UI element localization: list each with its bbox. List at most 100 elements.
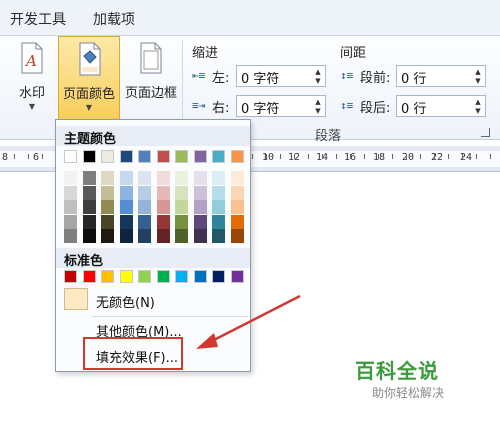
page-color-label: 页面颜色 <box>62 87 115 102</box>
standard-color-swatch[interactable] <box>64 270 77 283</box>
theme-shade-swatch[interactable] <box>175 171 188 185</box>
theme-shade-swatch[interactable] <box>119 171 133 185</box>
theme-shade-swatch[interactable] <box>119 214 133 229</box>
theme-shade-swatch[interactable] <box>82 171 96 185</box>
ruler-tick <box>406 154 407 159</box>
theme-shade-swatch[interactable] <box>82 214 96 229</box>
indent-left-input[interactable]: 0 字符 ▲ ▼ <box>236 65 326 87</box>
theme-shade-swatch[interactable] <box>64 229 77 243</box>
theme-shade-swatch[interactable] <box>64 185 77 200</box>
watermark-subtitle: 助你轻松解决 <box>372 386 445 400</box>
theme-color-swatch[interactable] <box>82 150 96 163</box>
standard-color-swatch[interactable] <box>175 270 188 283</box>
standard-color-swatch[interactable] <box>101 270 114 283</box>
spin-down-icon[interactable]: ▼ <box>313 107 323 115</box>
spin-up-icon[interactable]: ▲ <box>313 98 323 106</box>
tab-add-ins[interactable]: 加载项 <box>93 9 135 29</box>
theme-shade-swatch[interactable] <box>156 185 170 200</box>
theme-shade-swatch[interactable] <box>156 171 170 185</box>
no-color-item[interactable]: 无颜色(N) <box>96 292 155 311</box>
theme-shade-swatch[interactable] <box>230 229 244 243</box>
spin-up-icon[interactable]: ▲ <box>473 98 483 106</box>
theme-color-swatch[interactable] <box>119 150 133 163</box>
ribbon-tab-strip: 开发工具 加载项 <box>0 0 500 36</box>
theme-shade-swatch[interactable] <box>138 214 151 229</box>
theme-shade-swatch[interactable] <box>212 229 225 243</box>
theme-shade-swatch[interactable] <box>156 229 170 243</box>
no-color-swatch[interactable] <box>64 288 88 310</box>
theme-shade-swatch[interactable] <box>156 214 170 229</box>
theme-shade-swatch[interactable] <box>175 214 188 229</box>
theme-shade-swatch[interactable] <box>101 171 114 185</box>
spin-down-icon[interactable]: ▼ <box>473 77 483 85</box>
tab-developer[interactable]: 开发工具 <box>10 9 66 29</box>
theme-shade-swatch[interactable] <box>193 200 207 214</box>
theme-color-swatch[interactable] <box>230 150 244 163</box>
theme-shade-swatch[interactable] <box>193 214 207 229</box>
chevron-down-icon: ▼ <box>85 103 93 112</box>
space-before-icon: ↕≡ <box>340 69 354 82</box>
theme-color-swatch[interactable] <box>64 150 77 163</box>
ruler-number: 18 <box>373 152 386 163</box>
standard-color-swatch[interactable] <box>212 270 225 283</box>
theme-color-swatch[interactable] <box>212 150 225 163</box>
spin-down-icon[interactable]: ▼ <box>313 77 323 85</box>
theme-color-swatch[interactable] <box>193 150 207 163</box>
theme-shade-swatch[interactable] <box>230 185 244 200</box>
theme-shade-swatch[interactable] <box>212 200 225 214</box>
theme-shade-swatch[interactable] <box>230 200 244 214</box>
spin-up-icon[interactable]: ▲ <box>313 68 323 76</box>
theme-shade-swatch[interactable] <box>64 171 77 185</box>
space-before-value: 0 行 <box>401 72 427 87</box>
theme-shade-swatch[interactable] <box>175 200 188 214</box>
paragraph-group-label: 段落 <box>315 129 342 144</box>
theme-shade-swatch[interactable] <box>212 185 225 200</box>
theme-shade-swatch[interactable] <box>101 214 114 229</box>
dialog-launcher-icon[interactable] <box>481 128 490 137</box>
theme-shade-swatch[interactable] <box>82 229 96 243</box>
spin-up-icon[interactable]: ▲ <box>473 68 483 76</box>
theme-shade-swatch[interactable] <box>138 171 151 185</box>
theme-shade-swatch[interactable] <box>193 171 207 185</box>
theme-shade-swatch[interactable] <box>82 200 96 214</box>
theme-color-swatch[interactable] <box>156 150 170 163</box>
space-after-input[interactable]: 0 行 ▲ ▼ <box>396 95 486 117</box>
theme-shade-swatch[interactable] <box>119 229 133 243</box>
theme-shade-swatch[interactable] <box>193 229 207 243</box>
theme-shade-swatch[interactable] <box>138 229 151 243</box>
theme-shade-swatch[interactable] <box>138 185 151 200</box>
theme-shade-swatch[interactable] <box>101 200 114 214</box>
theme-color-swatch[interactable] <box>138 150 151 163</box>
theme-shade-swatch[interactable] <box>119 185 133 200</box>
standard-color-swatch[interactable] <box>230 270 244 283</box>
standard-color-swatch[interactable] <box>82 270 96 283</box>
theme-shade-swatch[interactable] <box>156 200 170 214</box>
theme-shade-swatch[interactable] <box>119 200 133 214</box>
spin-down-icon[interactable]: ▼ <box>473 107 483 115</box>
theme-shade-swatch[interactable] <box>64 200 77 214</box>
standard-color-swatch[interactable] <box>119 270 133 283</box>
standard-color-swatch[interactable] <box>138 270 151 283</box>
watermark-button[interactable]: A 水印 ▼ <box>6 36 58 120</box>
page-border-button[interactable]: 页面边框 <box>120 36 182 120</box>
theme-shade-swatch[interactable] <box>82 185 96 200</box>
theme-color-swatch[interactable] <box>101 150 114 163</box>
theme-shade-swatch[interactable] <box>64 214 77 229</box>
page-color-button[interactable]: 页面颜色 ▼ <box>58 36 120 120</box>
theme-shade-swatch[interactable] <box>230 214 244 229</box>
theme-shade-swatch[interactable] <box>175 229 188 243</box>
theme-shade-swatch[interactable] <box>175 185 188 200</box>
standard-color-swatch[interactable] <box>193 270 207 283</box>
theme-shade-swatch[interactable] <box>212 214 225 229</box>
theme-shade-swatch[interactable] <box>138 200 151 214</box>
spacing-heading: 间距 <box>340 46 367 61</box>
theme-color-swatch[interactable] <box>175 150 188 163</box>
indent-right-input[interactable]: 0 字符 ▲ ▼ <box>236 95 326 117</box>
theme-shade-swatch[interactable] <box>212 171 225 185</box>
standard-color-swatch[interactable] <box>156 270 170 283</box>
theme-shade-swatch[interactable] <box>101 229 114 243</box>
theme-shade-swatch[interactable] <box>101 185 114 200</box>
theme-shade-swatch[interactable] <box>230 171 244 185</box>
space-before-input[interactable]: 0 行 ▲ ▼ <box>396 65 486 87</box>
theme-shade-swatch[interactable] <box>193 185 207 200</box>
